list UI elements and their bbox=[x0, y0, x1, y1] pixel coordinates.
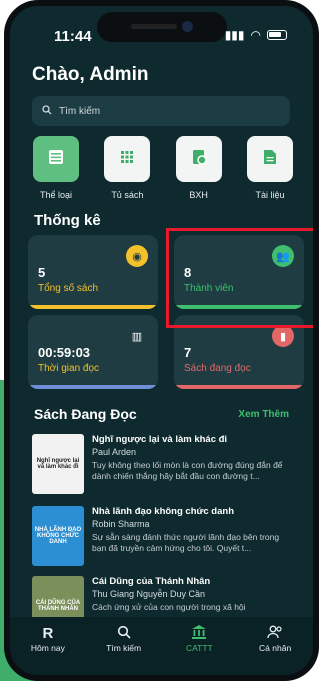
greeting-title: Chào, Admin bbox=[32, 64, 149, 85]
ranking-icon bbox=[191, 149, 207, 170]
nav-search[interactable]: Tìm kiếm bbox=[94, 625, 154, 653]
profile-icon bbox=[245, 625, 305, 643]
book-desc: Cách ứng xử của con người trong xã hội bbox=[92, 602, 246, 612]
stat-bar bbox=[28, 385, 158, 389]
category-row: Thể loại Tủ sách BXH Tài liệu bbox=[32, 136, 294, 200]
stat-card-reading-time[interactable]: ▥ 00:59:03 Thời gian đọc bbox=[28, 315, 158, 389]
status-bar: 11:44 ▮▮▮ ◠ bbox=[10, 6, 313, 54]
app-screen: 11:44 ▮▮▮ ◠ Chào, Admin Tìm kiếm Thể loạ… bbox=[10, 6, 313, 675]
book-item[interactable]: Nghĩ ngược lại và làm khác đi Nghĩ ngược… bbox=[32, 434, 294, 498]
book-author: Robin Sharma bbox=[92, 519, 150, 529]
book-title: Nhà lãnh đạo không chức danh bbox=[92, 506, 234, 517]
signal-icon: ▮▮▮ bbox=[224, 28, 245, 42]
stat-card-total-books[interactable]: ◉ 5 Tổng số sách bbox=[28, 235, 158, 309]
search-input[interactable]: Tìm kiếm bbox=[32, 96, 290, 126]
category-tai-lieu[interactable]: Tài liệu bbox=[246, 136, 294, 200]
open-book-icon: ▥ bbox=[131, 330, 143, 343]
nav-profile[interactable]: Cá nhân bbox=[245, 625, 305, 653]
stats-title: Thống kê bbox=[34, 212, 101, 229]
search-icon bbox=[42, 104, 52, 118]
reading-header: Sách Đang Đọc Xem Thêm bbox=[34, 406, 289, 422]
book-cover: NHÀ LÃNH ĐẠO KHÔNG CHỨC DANH bbox=[32, 506, 84, 566]
search-placeholder: Tìm kiếm bbox=[59, 105, 101, 117]
selection-highlight bbox=[166, 228, 313, 328]
notch bbox=[96, 12, 227, 42]
see-more-link[interactable]: Xem Thêm bbox=[238, 409, 289, 420]
bookmark-icon: ▮ bbox=[272, 325, 294, 347]
nav-cattt[interactable]: CATTT bbox=[169, 625, 229, 653]
category-tu-sach[interactable]: Tủ sách bbox=[103, 136, 151, 200]
bottom-nav: R Hôm nay Tìm kiếm CATTT Cá nhân bbox=[10, 617, 313, 675]
book-author: Thu Giang Nguyễn Duy Cần bbox=[92, 589, 206, 599]
wifi-icon: ◠ bbox=[250, 28, 261, 42]
battery-icon bbox=[267, 30, 287, 40]
r-logo-icon: R bbox=[42, 625, 54, 642]
stat-bar bbox=[174, 385, 304, 389]
library-icon bbox=[169, 625, 229, 643]
book-desc: Sự sẵn sàng đánh thức người lãnh đạo bên… bbox=[92, 532, 280, 553]
category-bxh[interactable]: BXH bbox=[175, 136, 223, 200]
book-cover: Nghĩ ngược lại và làm khác đi bbox=[32, 434, 84, 494]
book-title: Nghĩ ngược lại và làm khác đi bbox=[92, 434, 228, 445]
status-time: 11:44 bbox=[54, 28, 92, 45]
search-icon bbox=[94, 625, 154, 643]
book-item[interactable]: NHÀ LÃNH ĐẠO KHÔNG CHỨC DANH Nhà lãnh đạ… bbox=[32, 506, 294, 570]
book-title: Cái Dũng của Thánh Nhân bbox=[92, 576, 211, 587]
book-desc: Tuy không theo lối mòn là con đường đúng… bbox=[92, 460, 283, 481]
list-icon bbox=[48, 149, 64, 170]
reading-title: Sách Đang Đọc bbox=[34, 406, 137, 422]
phone-frame: 11:44 ▮▮▮ ◠ Chào, Admin Tìm kiếm Thể loạ… bbox=[4, 0, 319, 681]
nav-today[interactable]: R Hôm nay bbox=[18, 625, 78, 653]
category-the-loai[interactable]: Thể loại bbox=[32, 136, 80, 200]
stat-bar bbox=[28, 305, 158, 309]
grid-icon bbox=[119, 149, 135, 170]
book-author: Paul Arden bbox=[92, 447, 137, 457]
book-circle-icon: ◉ bbox=[126, 245, 148, 267]
document-icon bbox=[263, 149, 277, 170]
